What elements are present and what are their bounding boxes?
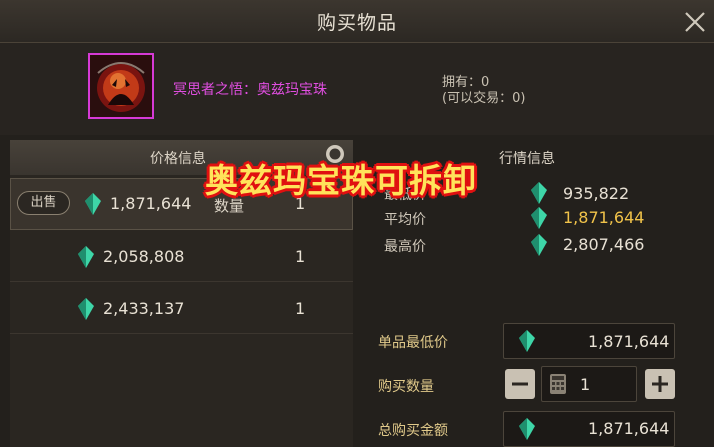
ozma-orb-icon <box>90 55 152 117</box>
minus-icon <box>512 382 528 386</box>
unit-price-label: 单品最低价 <box>378 335 448 351</box>
lowest-price-value: 935,822 <box>563 184 630 203</box>
close-button[interactable] <box>682 9 708 35</box>
highest-price-label: 最高价 <box>384 239 426 255</box>
average-price-label: 平均价 <box>384 212 426 228</box>
dialog-title: 购买物品 <box>316 12 397 34</box>
tradable-count: (可以交易：0) <box>442 91 526 106</box>
total-amount-label: 总购买金额 <box>378 423 448 439</box>
listing-quantity: 1 <box>295 299 306 318</box>
plus-icon <box>652 376 668 392</box>
unit-price-value: 1,871,644 <box>588 332 670 351</box>
item-name: 冥思者之悟：奥兹玛宝珠 <box>173 82 327 98</box>
gem-currency-icon <box>531 182 547 204</box>
average-price-value: 1,871,644 <box>563 208 645 227</box>
gem-currency-icon <box>78 298 94 320</box>
overlay-caption: 奥兹玛宝珠可拆卸 <box>205 161 477 200</box>
gem-currency-icon <box>531 207 547 229</box>
gem-currency-icon <box>78 246 94 268</box>
gem-currency-icon <box>519 418 535 440</box>
listing-quantity: 1 <box>295 247 306 266</box>
market-info-label: 行情信息 <box>499 151 555 167</box>
highest-price-value: 2,807,466 <box>563 235 645 254</box>
item-icon <box>88 53 154 119</box>
gem-currency-icon <box>85 193 101 215</box>
quantity-input[interactable]: 1 <box>580 375 590 394</box>
gem-currency-icon <box>531 234 547 256</box>
listing-price: 2,433,137 <box>103 299 185 318</box>
total-amount-value: 1,871,644 <box>588 419 670 438</box>
increase-quantity-button[interactable] <box>645 369 675 399</box>
close-icon <box>685 12 705 32</box>
quantity-label: 购买数量 <box>378 379 434 395</box>
decrease-quantity-button[interactable] <box>505 369 535 399</box>
listing-price: 2,058,808 <box>103 247 185 266</box>
calculator-icon[interactable] <box>549 373 567 395</box>
sell-button[interactable]: 出售 <box>17 191 70 215</box>
price-info-label: 价格信息 <box>150 151 206 167</box>
listing-price: 1,871,644 <box>110 194 192 213</box>
gem-currency-icon <box>519 330 535 352</box>
